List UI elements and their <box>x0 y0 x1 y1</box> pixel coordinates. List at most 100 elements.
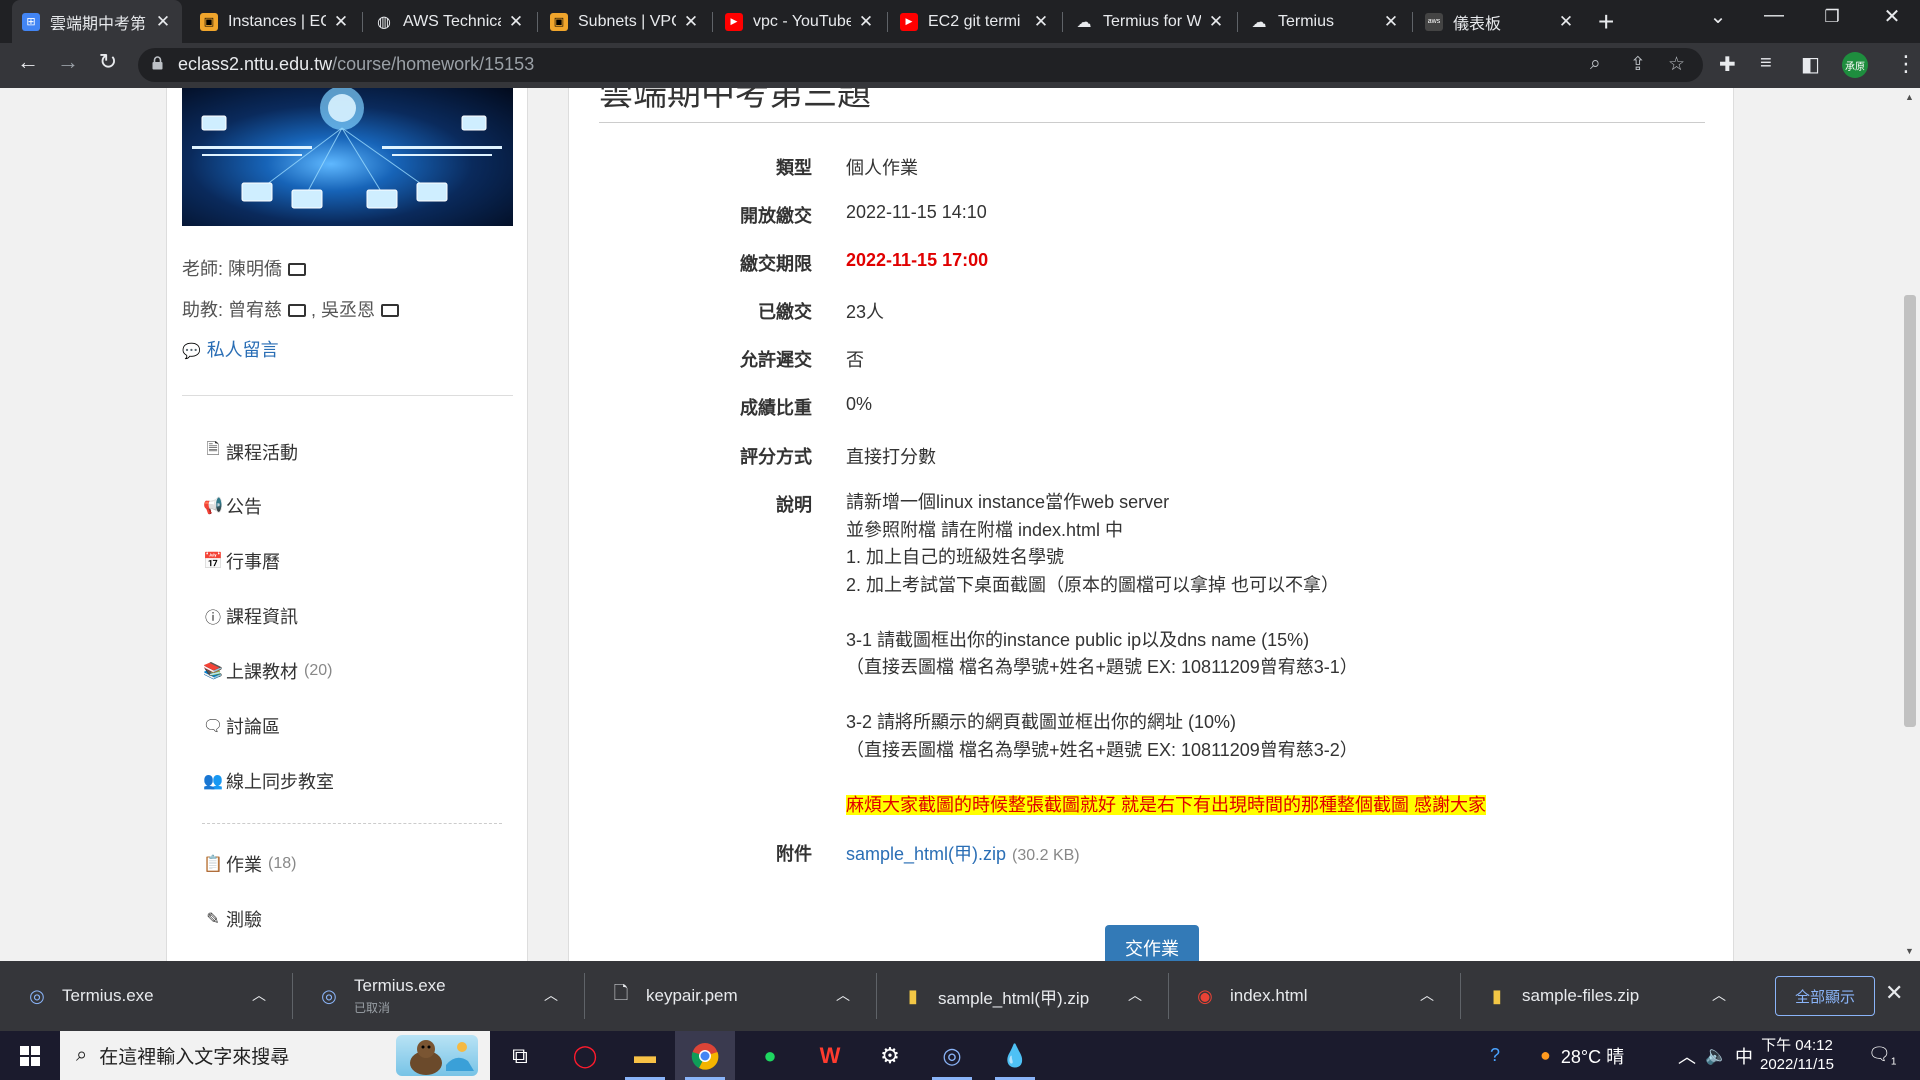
zoom-icon[interactable]: ⌕ <box>1590 53 1601 75</box>
close-tab-icon[interactable]: ✕ <box>1382 12 1400 32</box>
tab-separator <box>362 12 363 32</box>
download-item[interactable]: ◎ Termius.exe 已取消 ︿ <box>292 961 582 1031</box>
chrome-icon[interactable] <box>675 1031 735 1080</box>
tab-1[interactable]: ▣ Instances | EC ✕ <box>190 0 360 43</box>
profile-avatar[interactable]: 承原 <box>1842 52 1868 78</box>
chevron-up-icon[interactable]: ︿ <box>1712 985 1726 1005</box>
paint-drop-icon[interactable]: 💧 <box>985 1031 1045 1080</box>
extensions-icon[interactable]: ✚ <box>1719 52 1736 77</box>
chrome-logo-icon <box>691 1042 719 1070</box>
minimize-button[interactable]: — <box>1752 4 1796 27</box>
close-window-button[interactable]: ✕ <box>1870 4 1914 29</box>
wps-office-icon[interactable]: W <box>800 1031 860 1080</box>
input-method-indicator[interactable]: 中 <box>1735 1031 1753 1080</box>
private-message-link[interactable]: 💬 私人留言 <box>182 336 279 362</box>
tab-2[interactable]: ◍ AWS Technica ✕ <box>365 0 535 43</box>
volume-icon[interactable]: 🔈 <box>1705 1031 1727 1080</box>
tab-6[interactable]: ☁ Termius for W ✕ <box>1065 0 1235 43</box>
chevron-up-icon[interactable]: ︿ <box>252 985 266 1005</box>
system-clock[interactable]: 下午 04:12 2022/11/15 <box>1760 1036 1834 1074</box>
close-tab-icon[interactable]: ✕ <box>857 12 875 32</box>
close-tab-icon[interactable]: ✕ <box>682 12 700 32</box>
chevron-up-icon[interactable]: ︿ <box>1128 985 1142 1005</box>
envelope-icon[interactable] <box>288 304 307 317</box>
sidebar-item-materials[interactable]: 📚 上課教材 (20) <box>202 658 332 684</box>
sidebar-item-course-info[interactable]: ⓘ 課程資訊 <box>202 603 298 629</box>
address-bar[interactable]: eclass2.nttu.edu.tw/course/homework/1515… <box>138 48 1703 82</box>
attachment-link[interactable]: sample_html(甲).zip <box>846 844 1006 864</box>
new-tab-button[interactable]: + <box>1598 6 1614 38</box>
late-value: 否 <box>846 350 864 370</box>
chevron-up-icon[interactable]: ︿ <box>1420 985 1434 1005</box>
download-item[interactable]: ▮ sample-files.zip ︿ <box>1460 961 1750 1031</box>
close-tab-icon[interactable]: ✕ <box>154 12 172 32</box>
sidebar-item-announcements[interactable]: 📢 公告 <box>202 493 262 519</box>
sidebar-item-homework[interactable]: 📋 作業 (18) <box>202 851 296 877</box>
notification-center-icon[interactable]: 🗨1 <box>1868 1044 1896 1068</box>
chrome-icon: ◉ <box>1197 985 1213 1006</box>
termius-icon: ☁ <box>1251 13 1267 31</box>
scroll-up-arrow-icon[interactable]: ▲ <box>1905 92 1914 102</box>
task-view-icon[interactable]: ⧉ <box>490 1031 550 1080</box>
tab-8[interactable]: aws 儀表板 ✕ <box>1415 0 1585 43</box>
scroll-thumb[interactable] <box>1904 295 1916 727</box>
weather-widget[interactable]: ● 28°C 晴 <box>1540 1031 1624 1080</box>
browser-menu-icon[interactable]: ⋮ <box>1895 51 1917 77</box>
weight-value: 0% <box>846 394 873 414</box>
download-item[interactable]: 🗋 keypair.pem ︿ <box>584 961 874 1031</box>
tab-3[interactable]: ▣ Subnets | VPC ✕ <box>540 0 710 43</box>
spotify-icon[interactable]: ● <box>740 1031 800 1080</box>
tab-7[interactable]: ☁ Termius ✕ <box>1240 0 1410 43</box>
bookmark-star-icon[interactable]: ☆ <box>1668 53 1685 76</box>
tab-0[interactable]: ⊞ 雲端期中考第 ✕ <box>12 0 182 43</box>
termius-icon: ☁ <box>1076 13 1092 31</box>
close-tab-icon[interactable]: ✕ <box>332 12 350 32</box>
tab-5[interactable]: ▶ EC2 git termi ✕ <box>890 0 1060 43</box>
back-button[interactable]: ← <box>12 49 44 75</box>
sidebar-item-calendar[interactable]: 📅 行事曆 <box>202 548 280 574</box>
taskbar-search-box[interactable]: ⌕ 在這裡輸入文字來搜尋 <box>60 1031 490 1080</box>
close-tab-icon[interactable]: ✕ <box>1032 12 1050 32</box>
grading-value: 直接打分數 <box>846 447 936 467</box>
file-explorer-icon[interactable]: ▬ <box>615 1031 675 1080</box>
envelope-icon[interactable] <box>288 263 307 276</box>
sidebar-item-quiz[interactable]: ✎ 測驗 <box>202 906 262 932</box>
restore-button[interactable]: ❐ <box>1810 7 1854 27</box>
media-queue-icon[interactable]: ≡ <box>1760 52 1772 75</box>
help-icon[interactable]: ? <box>1490 1031 1500 1080</box>
books-icon: 📚 <box>203 663 223 680</box>
settings-gear-icon[interactable]: ⚙ <box>860 1031 920 1080</box>
reload-button[interactable]: ↻ <box>92 49 124 75</box>
close-tab-icon[interactable]: ✕ <box>1557 12 1575 32</box>
ta-line: 助教: 曾宥慈 , 吳丞恩 <box>182 296 400 322</box>
submitted-label: 已繳交 <box>758 302 812 322</box>
windows-start-button[interactable] <box>0 1031 60 1080</box>
close-tab-icon[interactable]: ✕ <box>1207 12 1225 32</box>
scroll-down-arrow-icon[interactable]: ▼ <box>1905 946 1914 956</box>
sidebar-item-online-classroom[interactable]: 👥 線上同步教室 <box>202 768 334 794</box>
submit-homework-button[interactable]: 交作業 <box>1105 925 1199 961</box>
tray-overflow-chevron-icon[interactable]: ︿ <box>1678 1031 1696 1080</box>
chevron-up-icon[interactable]: ︿ <box>544 985 558 1005</box>
network-illustration <box>192 88 502 209</box>
close-download-shelf-icon[interactable]: ✕ <box>1885 980 1903 1006</box>
envelope-icon[interactable] <box>381 304 400 317</box>
tab-4[interactable]: ▶ vpc - YouTube ✕ <box>715 0 885 43</box>
page-scrollbar[interactable]: ▲ ▼ <box>1900 88 1920 961</box>
windows-logo-icon <box>20 1045 40 1066</box>
termius-icon[interactable]: ◎ <box>922 1031 982 1080</box>
download-item[interactable]: ◎ Termius.exe ︿ <box>0 961 290 1031</box>
share-icon[interactable]: ⇪ <box>1630 53 1646 76</box>
tab-search-chevron-icon[interactable]: ⌄ <box>1696 4 1740 29</box>
opera-icon[interactable]: ◯ <box>555 1031 615 1080</box>
download-item[interactable]: ◉ index.html ︿ <box>1168 961 1458 1031</box>
download-item[interactable]: ▮ sample_html(甲).zip ︿ <box>876 961 1166 1031</box>
chevron-up-icon[interactable]: ︿ <box>836 985 850 1005</box>
sidebar-item-activities[interactable]: 🗎 課程活動 <box>202 438 298 465</box>
side-panel-icon[interactable]: ◧ <box>1801 52 1820 77</box>
forward-button[interactable]: → <box>52 49 84 75</box>
show-all-downloads-button[interactable]: 全部顯示 <box>1775 976 1875 1016</box>
close-tab-icon[interactable]: ✕ <box>507 12 525 32</box>
sidebar-item-forum[interactable]: 🗨 討論區 <box>202 713 280 739</box>
download-shelf: ◎ Termius.exe ︿ ◎ Termius.exe 已取消 ︿ 🗋 key… <box>0 961 1920 1031</box>
